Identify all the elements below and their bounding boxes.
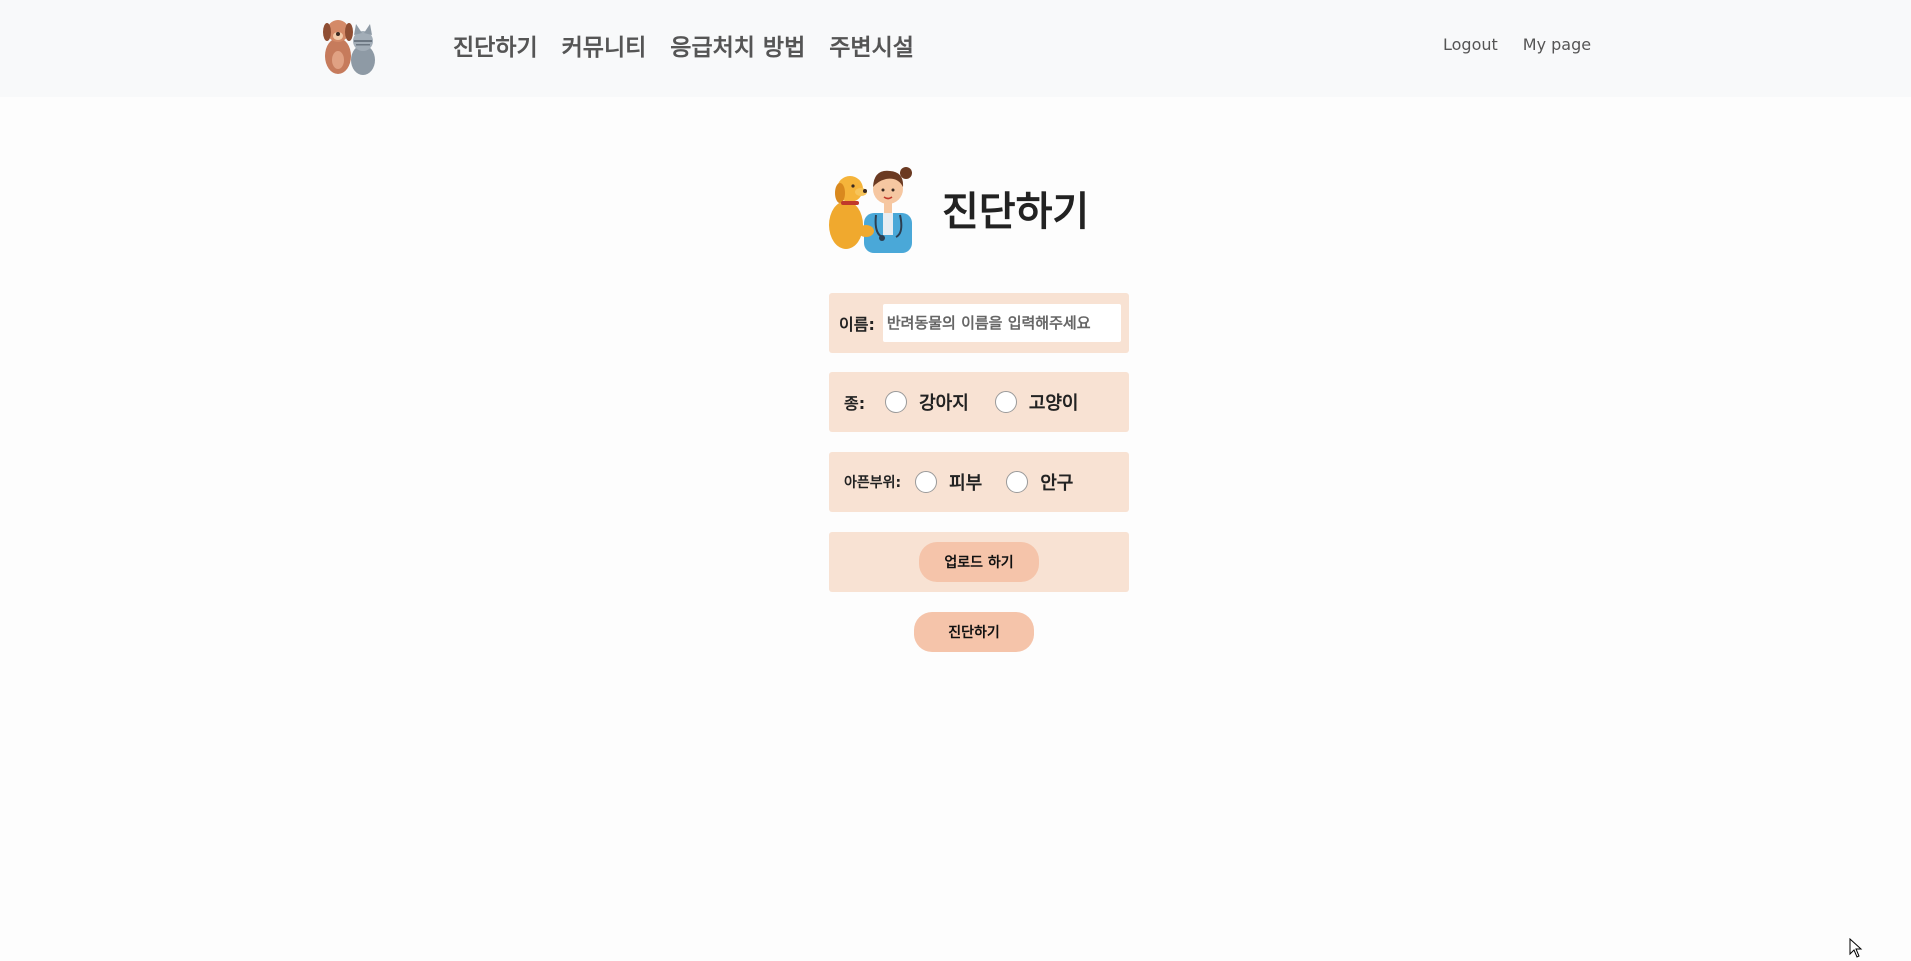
nav-link-first-aid[interactable]: 응급처치 방법: [670, 28, 805, 62]
radio-dog-label[interactable]: 강아지: [919, 389, 969, 415]
radio-eye-label[interactable]: 안구: [1040, 469, 1073, 495]
main-nav: 진단하기 커뮤니티 응급처치 방법 주변시설: [453, 28, 914, 62]
radio-dog[interactable]: [885, 391, 908, 413]
affected-area-label: 아픈부위:: [844, 475, 902, 491]
area-option-eye[interactable]: 안구: [1006, 469, 1073, 495]
species-label: 종:: [844, 394, 866, 413]
nav-link-community[interactable]: 커뮤니티: [562, 28, 647, 62]
dog-cat-logo-icon[interactable]: [318, 16, 380, 76]
radio-skin-label[interactable]: 피부: [949, 469, 982, 495]
upload-row: 업로드 하기: [829, 532, 1129, 592]
diagnose-button[interactable]: 진단하기: [914, 612, 1034, 652]
area-option-skin[interactable]: 피부: [915, 469, 982, 495]
species-row: 종: 강아지 고양이: [829, 372, 1129, 432]
upload-button[interactable]: 업로드 하기: [919, 542, 1039, 582]
mouse-cursor-icon: [1849, 938, 1863, 958]
page-header: 진단하기: [826, 163, 1089, 253]
name-label: 이름:: [839, 315, 875, 334]
radio-cat[interactable]: [994, 391, 1017, 413]
affected-area-row: 아픈부위: 피부 안구: [829, 452, 1129, 512]
pet-name-input[interactable]: [882, 304, 1121, 342]
account-nav: Logout My page: [1443, 35, 1591, 54]
species-option-dog[interactable]: 강아지: [885, 389, 969, 415]
radio-eye[interactable]: [1006, 471, 1029, 493]
radio-skin[interactable]: [915, 471, 938, 493]
name-row: 이름:: [829, 293, 1129, 353]
species-option-cat[interactable]: 고양이: [994, 389, 1079, 415]
page-title: 진단하기: [942, 189, 1090, 235]
my-page-link[interactable]: My page: [1523, 35, 1591, 54]
logout-link[interactable]: Logout: [1443, 35, 1498, 54]
navbar: 진단하기 커뮤니티 응급처치 방법 주변시설 Logout My page: [0, 0, 1911, 97]
nav-link-nearby-facilities[interactable]: 주변시설: [829, 28, 914, 62]
nav-link-diagnosis[interactable]: 진단하기: [453, 28, 538, 62]
vet-with-dog-icon: [829, 167, 912, 253]
radio-cat-label[interactable]: 고양이: [1029, 389, 1079, 415]
